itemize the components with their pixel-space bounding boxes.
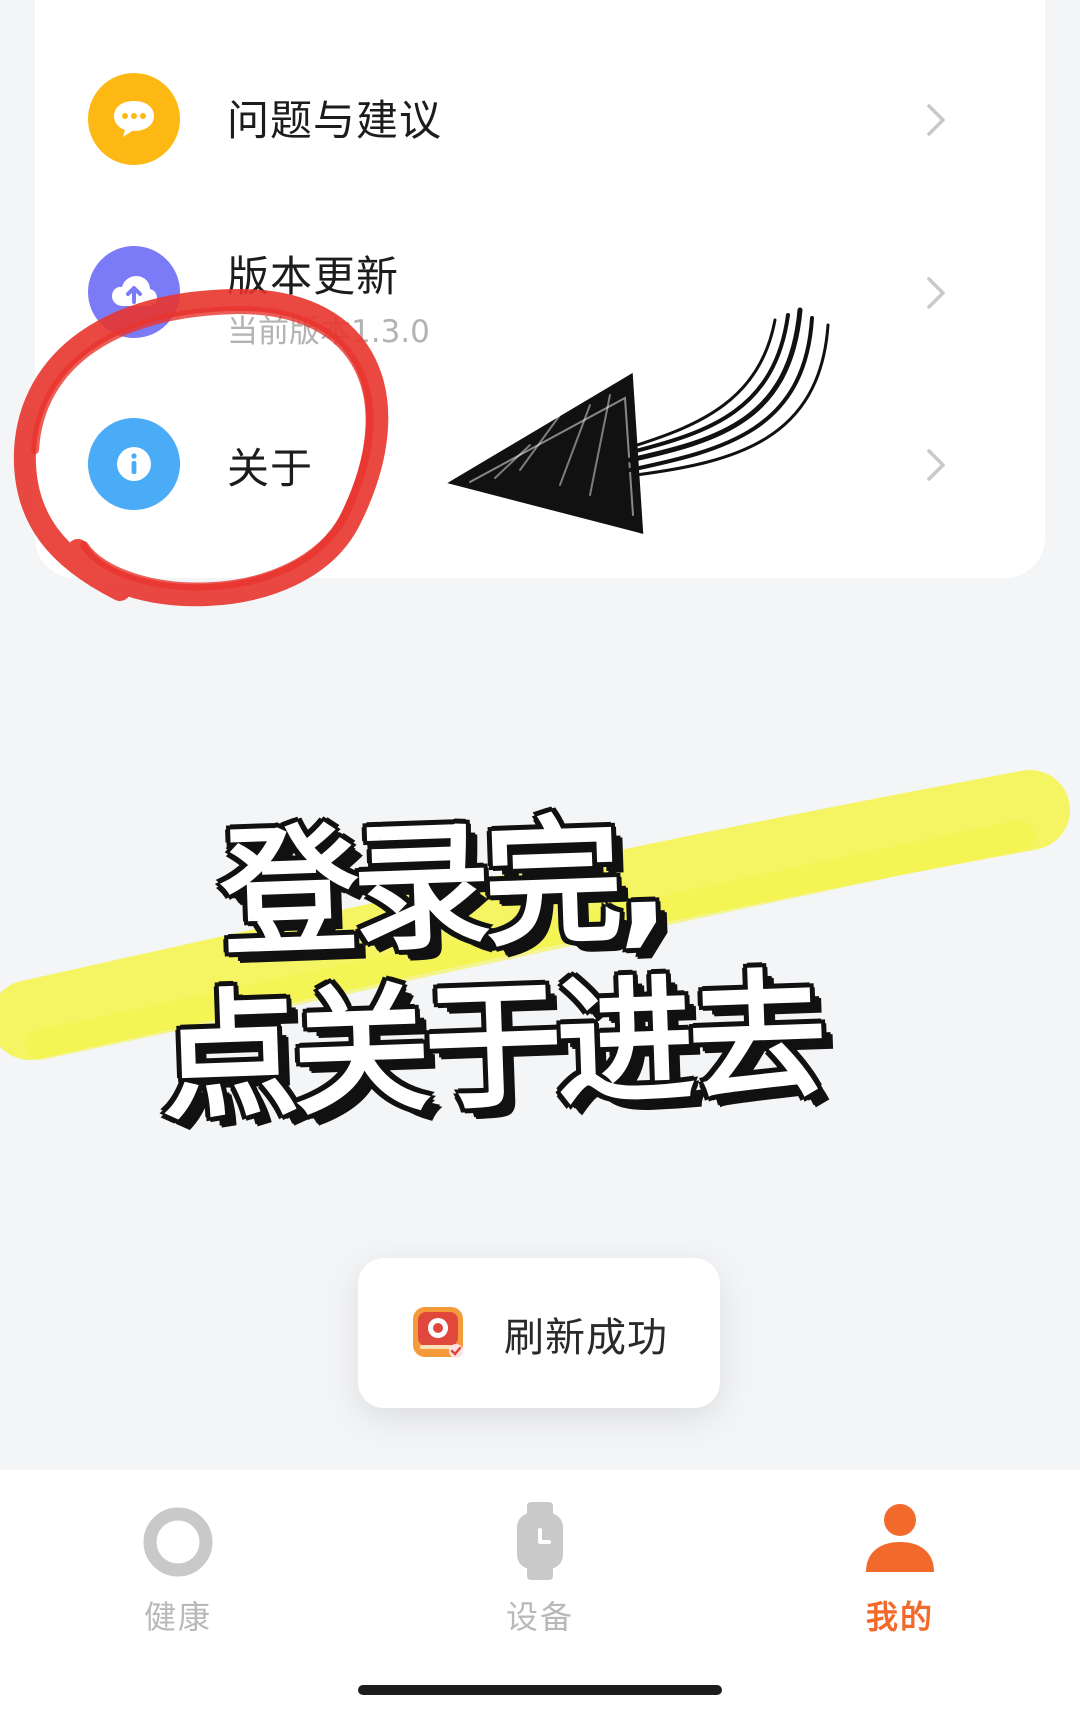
tab-mine[interactable]: 我的	[810, 1500, 990, 1650]
bottom-tab-bar: 健康 设备 我的	[0, 1470, 1080, 1715]
screen: 问题与建议 版本更新 当前版本1.3.0 关于 登录完, 点关于进去 刷新成功 …	[0, 0, 1080, 1715]
tab-label: 我的	[865, 1598, 934, 1636]
tab-device[interactable]: 设备	[450, 1500, 630, 1650]
watch-icon	[517, 1502, 563, 1580]
chat-bubble-icon	[88, 73, 180, 165]
chevron-right-icon	[927, 277, 945, 309]
menu-item-label: 问题与建议	[227, 96, 443, 145]
menu-item-label: 版本更新	[227, 252, 400, 301]
refresh-success-toast: 刷新成功	[358, 1258, 720, 1408]
chevron-right-icon	[927, 449, 945, 481]
menu-item-about[interactable]: 关于	[35, 390, 1045, 540]
tab-label: 健康	[143, 1598, 212, 1636]
menu-item-feedback[interactable]: 问题与建议	[35, 45, 1045, 195]
home-indicator[interactable]	[358, 1685, 722, 1695]
settings-card: 问题与建议 版本更新 当前版本1.3.0 关于	[35, 0, 1045, 578]
cloud-upload-icon	[88, 246, 180, 338]
info-icon	[88, 418, 180, 510]
app-logo-icon	[413, 1307, 463, 1358]
tab-label: 设备	[505, 1598, 574, 1636]
menu-item-label: 关于	[227, 444, 314, 493]
chevron-right-icon	[927, 104, 945, 136]
annotation-caption-line-2: 点关于进去	[157, 955, 824, 1140]
person-icon	[866, 1504, 934, 1572]
menu-item-version-update[interactable]: 版本更新 当前版本1.3.0	[35, 218, 1045, 368]
ring-icon	[143, 1507, 213, 1577]
current-version-text: 当前版本1.3.0	[227, 314, 430, 350]
tab-health[interactable]: 健康	[88, 1500, 268, 1650]
toast-message: 刷新成功	[504, 1315, 668, 1361]
